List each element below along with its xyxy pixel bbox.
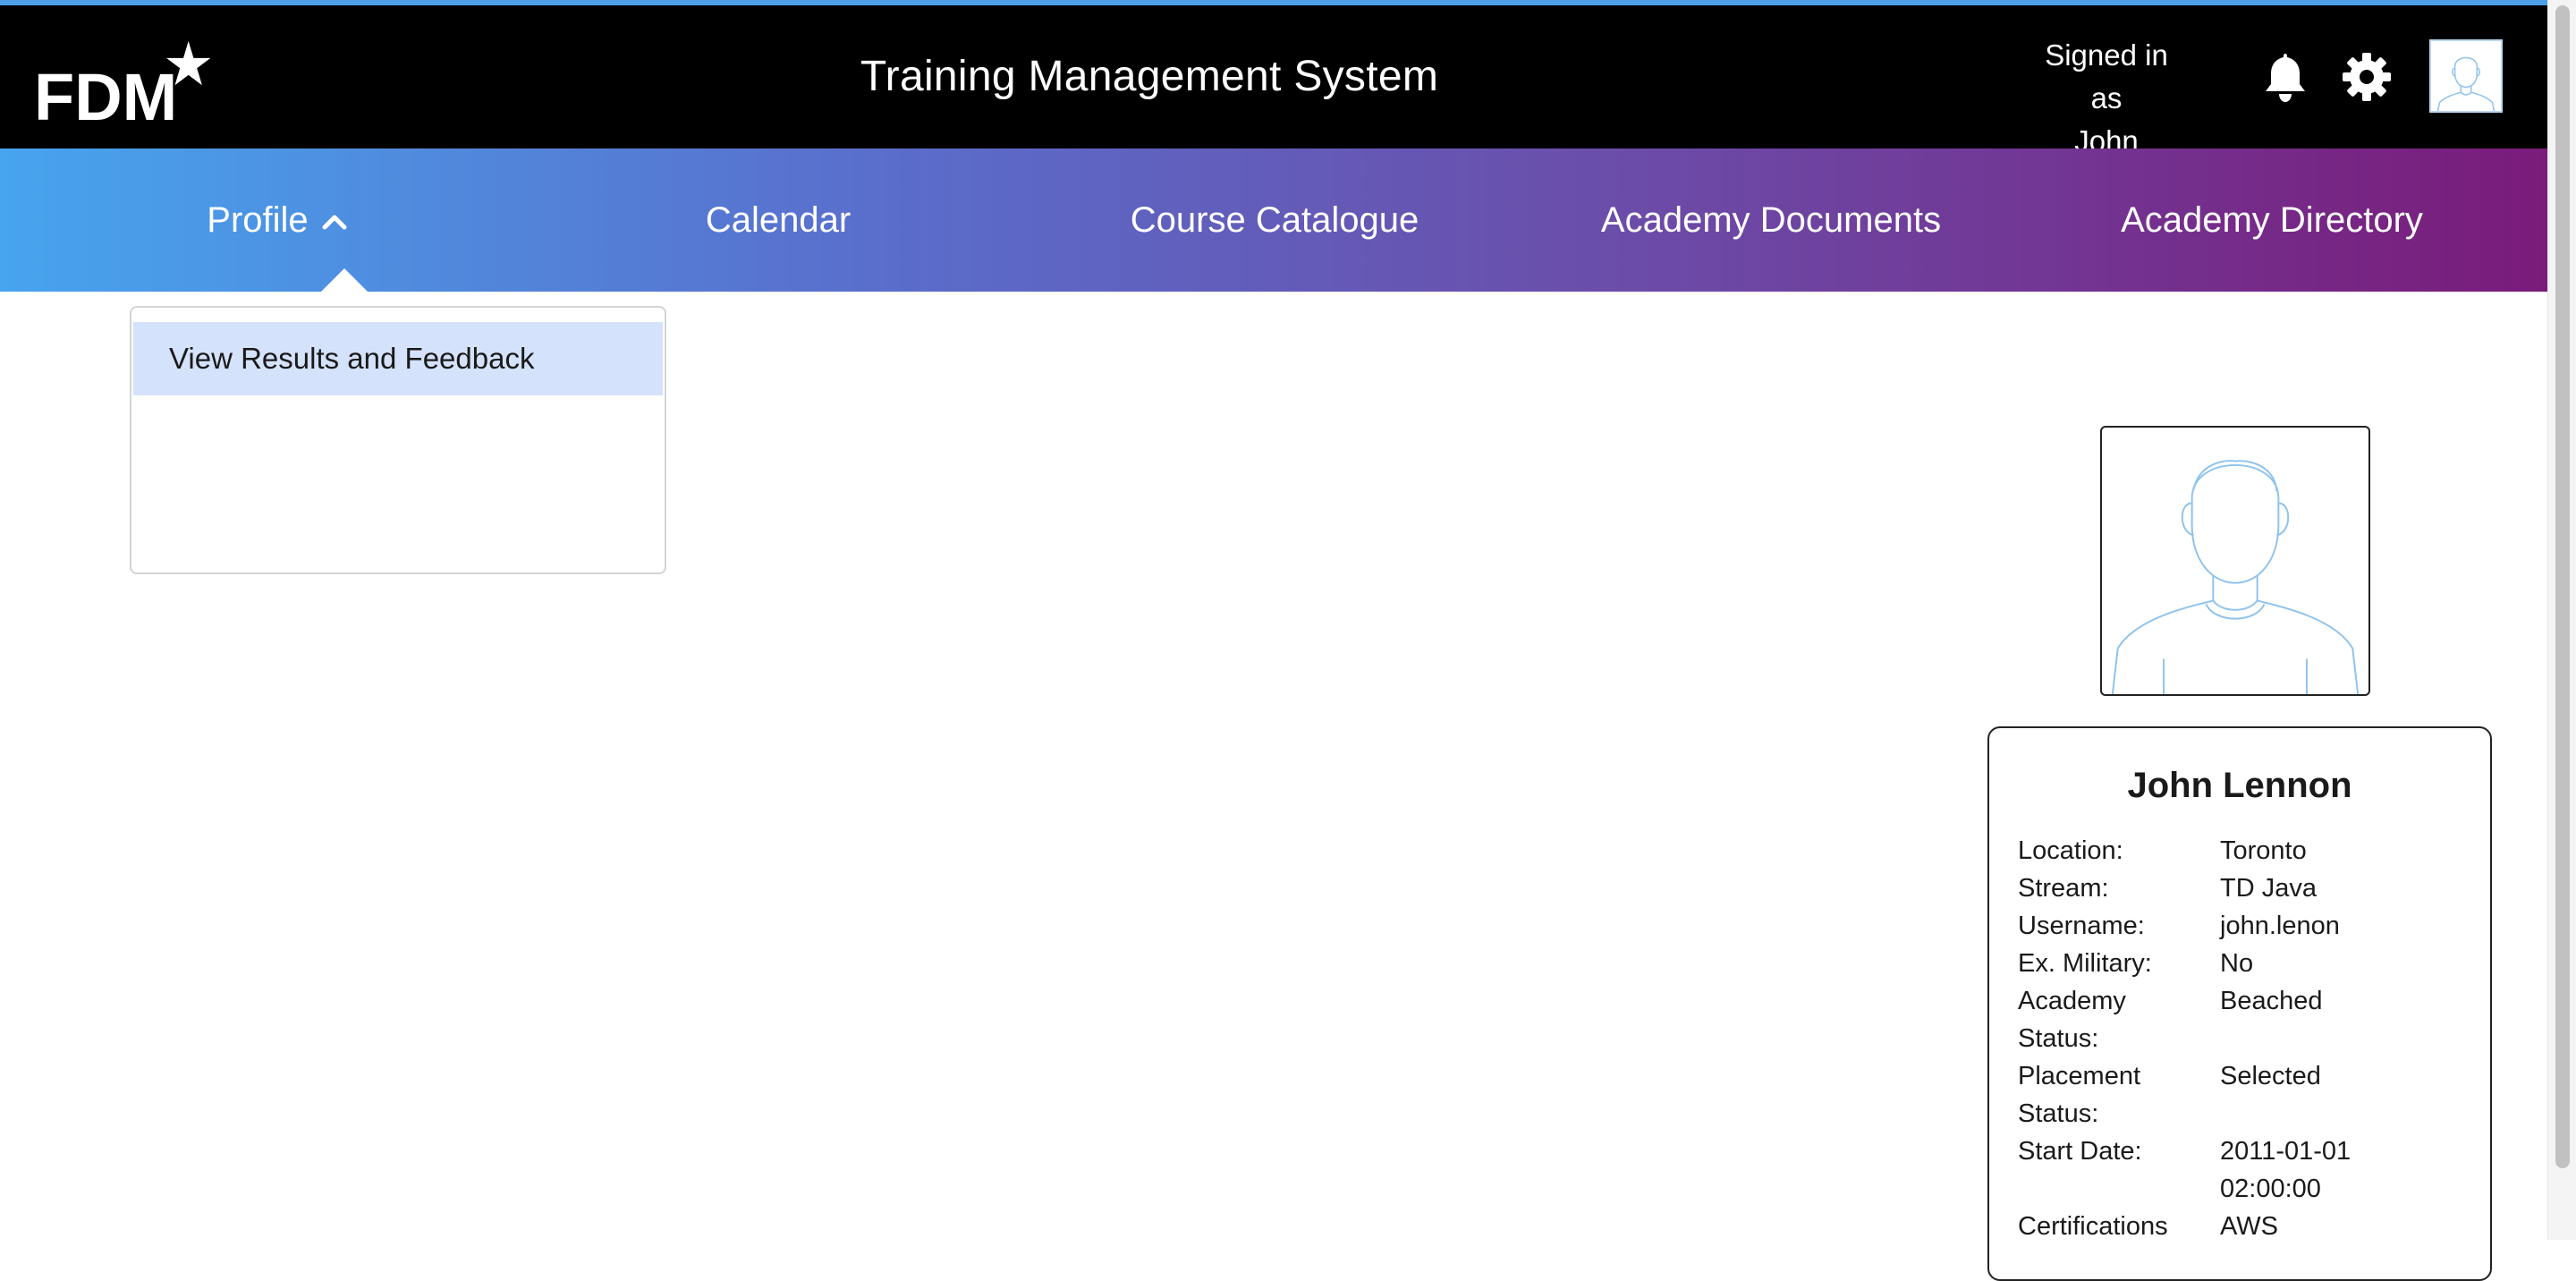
profile-dropdown-menu: View Results and Feedback — [130, 306, 666, 574]
gear-icon[interactable] — [2342, 52, 2392, 102]
detail-value: TD Java — [2220, 874, 2317, 903]
nav-item-academy-directory[interactable]: Academy Directory — [2084, 148, 2460, 292]
nav-item-profile[interactable]: Profile — [125, 148, 429, 292]
detail-value: No — [2220, 949, 2254, 978]
nav-item-label: Profile — [207, 200, 309, 240]
detail-label: Username: — [2018, 912, 2145, 940]
dropdown-caret — [321, 268, 368, 292]
detail-label: Ex. Military: — [2018, 949, 2152, 978]
chevron-up-icon — [321, 213, 348, 231]
signed-in-text: Signed in as — [2045, 38, 2168, 115]
bell-icon[interactable] — [2260, 50, 2310, 104]
app-title: Training Management System — [860, 53, 1439, 100]
profile-photo — [2100, 426, 2370, 696]
nav-item-course-catalogue[interactable]: Course Catalogue — [1109, 148, 1440, 292]
detail-label: Location: — [2018, 836, 2123, 865]
detail-label: Stream: — [2018, 874, 2109, 903]
detail-label: Start Date: — [2018, 1137, 2142, 1166]
detail-value: Beached — [2220, 987, 2323, 1015]
detail-value: Toronto — [2220, 836, 2307, 865]
nav-item-academy-documents[interactable]: Academy Documents — [1574, 148, 1968, 292]
profile-name: John Lennon — [2127, 766, 2352, 805]
detail-value: Selected — [2220, 1062, 2321, 1090]
profile-card: John Lennon Location: Toronto Stream: TD… — [1987, 726, 2492, 1281]
detail-label: Academy Status: — [2018, 987, 2126, 1053]
scrollbar-thumb[interactable] — [2555, 5, 2570, 1168]
detail-value: john.lenon — [2220, 912, 2340, 940]
detail-label: Placement Status: — [2018, 1062, 2141, 1128]
nav-item-calendar[interactable]: Calendar — [626, 148, 930, 292]
app-header: FDM Training Management System Signed in… — [0, 5, 2547, 157]
main-nav: Profile Calendar Course Catalogue Academ… — [0, 148, 2547, 292]
menu-item-view-results[interactable]: View Results and Feedback — [133, 322, 663, 395]
page-scrollbar[interactable] — [2547, 0, 2576, 1240]
signed-in-label: Signed in as John — [2030, 34, 2182, 163]
detail-value: 2011-01-01 02:00:00 — [2220, 1137, 2351, 1203]
user-avatar-icon[interactable] — [2429, 39, 2503, 113]
